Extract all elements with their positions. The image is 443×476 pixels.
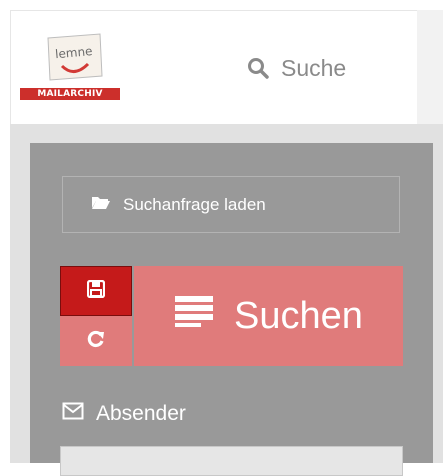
sender-section-label: Absender [62, 400, 186, 428]
sender-input[interactable] [60, 446, 403, 476]
list-icon [174, 294, 214, 338]
load-query-button[interactable]: Suchanfrage laden [62, 176, 400, 233]
header-right-panel [417, 10, 443, 124]
right-gutter [433, 143, 443, 463]
sender-label-text: Absender [96, 402, 186, 425]
header-search-label: Suche [281, 54, 347, 81]
search-icon [247, 57, 269, 79]
left-gutter [10, 143, 30, 463]
floppy-disk-icon [86, 279, 106, 303]
save-query-button[interactable] [60, 266, 132, 316]
window-left-edge [0, 0, 10, 463]
header-search-link[interactable]: Suche [247, 53, 346, 83]
load-query-label: Suchanfrage laden [123, 194, 266, 214]
window-top-edge [0, 0, 443, 10]
search-button[interactable]: Suchen [134, 266, 403, 366]
logo-text: MAILARCHIV [20, 88, 120, 100]
envelope-icon [62, 402, 84, 426]
search-button-label: Suchen [234, 294, 363, 337]
header-divider [10, 124, 443, 143]
reset-query-button[interactable] [60, 316, 132, 366]
folder-open-icon [91, 194, 111, 215]
refresh-icon [86, 329, 106, 354]
